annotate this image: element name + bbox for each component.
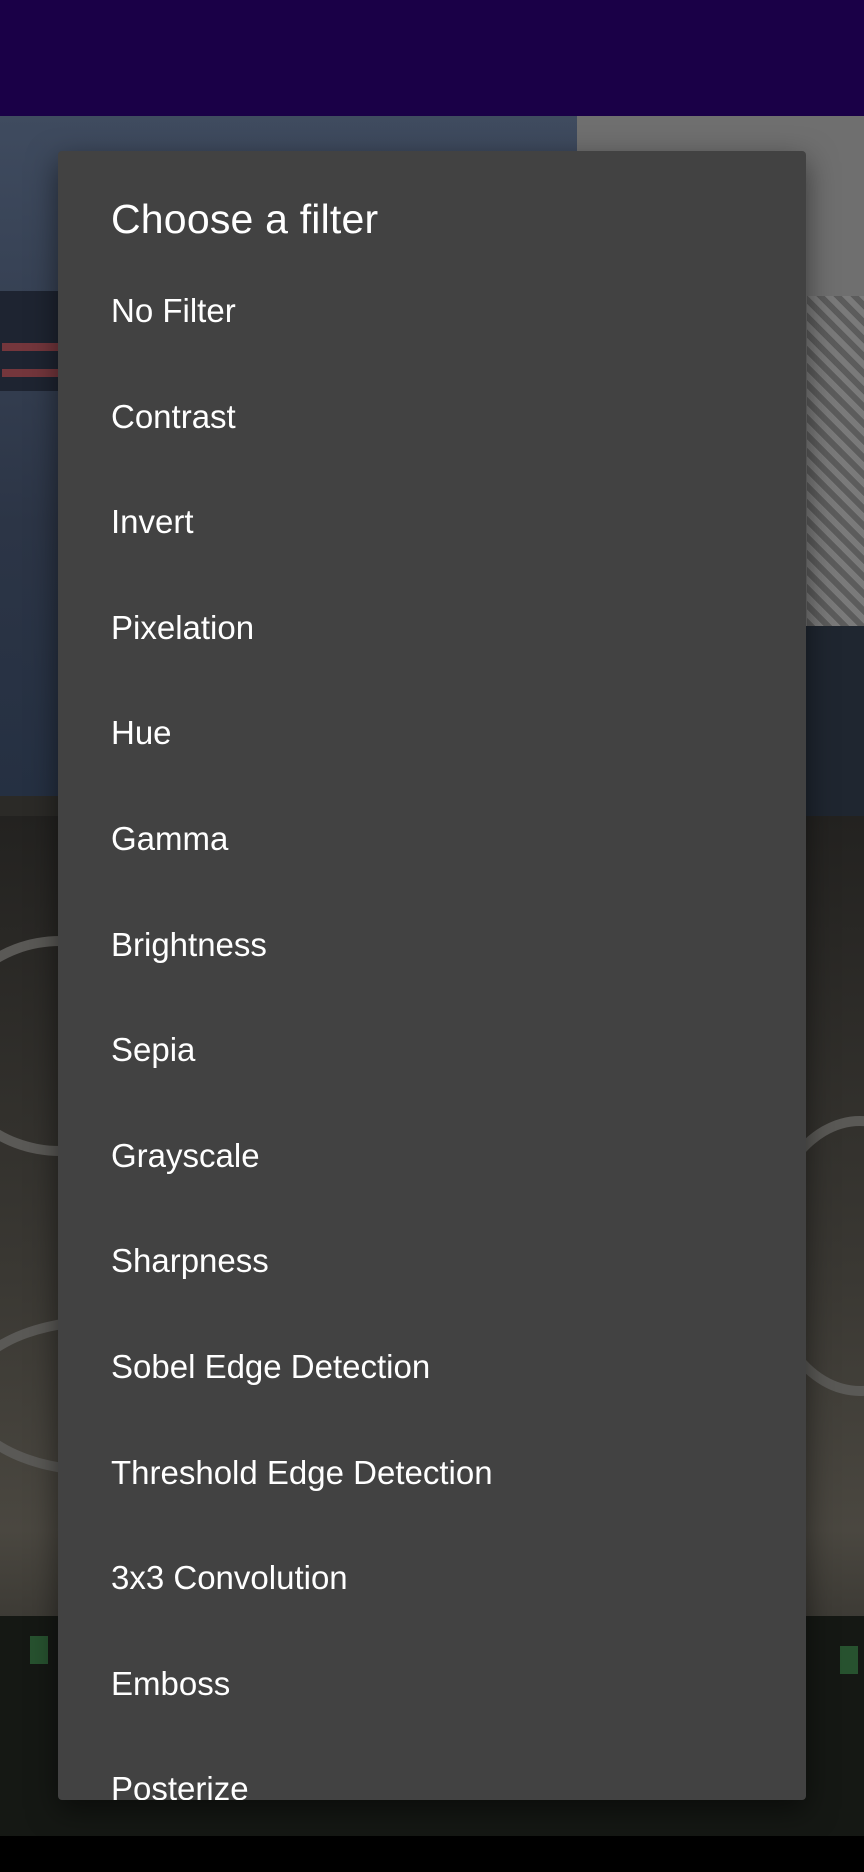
- navigation-bar: [0, 1836, 864, 1872]
- filter-item-threshold-edge-detection[interactable]: Threshold Edge Detection: [58, 1420, 806, 1526]
- filter-item-invert[interactable]: Invert: [58, 469, 806, 575]
- filter-item-hue[interactable]: Hue: [58, 680, 806, 786]
- dialog-title: Choose a filter: [111, 196, 379, 242]
- app-bar: [0, 0, 864, 116]
- filter-item-sobel-edge-detection[interactable]: Sobel Edge Detection: [58, 1314, 806, 1420]
- filter-list: No Filter Contrast Invert Pixelation Hue…: [58, 258, 806, 1800]
- filter-item-brightness[interactable]: Brightness: [58, 892, 806, 998]
- filter-item-gamma[interactable]: Gamma: [58, 786, 806, 892]
- filter-item-3x3-convolution[interactable]: 3x3 Convolution: [58, 1525, 806, 1631]
- filter-dialog: Choose a filter No Filter Contrast Inver…: [58, 151, 806, 1800]
- screen: Choose a filter No Filter Contrast Inver…: [0, 0, 864, 1872]
- filter-item-no-filter[interactable]: No Filter: [58, 258, 806, 364]
- filter-item-emboss[interactable]: Emboss: [58, 1631, 806, 1737]
- filter-item-pixelation[interactable]: Pixelation: [58, 575, 806, 681]
- filter-item-sharpness[interactable]: Sharpness: [58, 1208, 806, 1314]
- filter-item-sepia[interactable]: Sepia: [58, 997, 806, 1103]
- filter-item-posterize[interactable]: Posterize: [58, 1736, 806, 1800]
- filter-item-grayscale[interactable]: Grayscale: [58, 1103, 806, 1209]
- filter-item-contrast[interactable]: Contrast: [58, 364, 806, 470]
